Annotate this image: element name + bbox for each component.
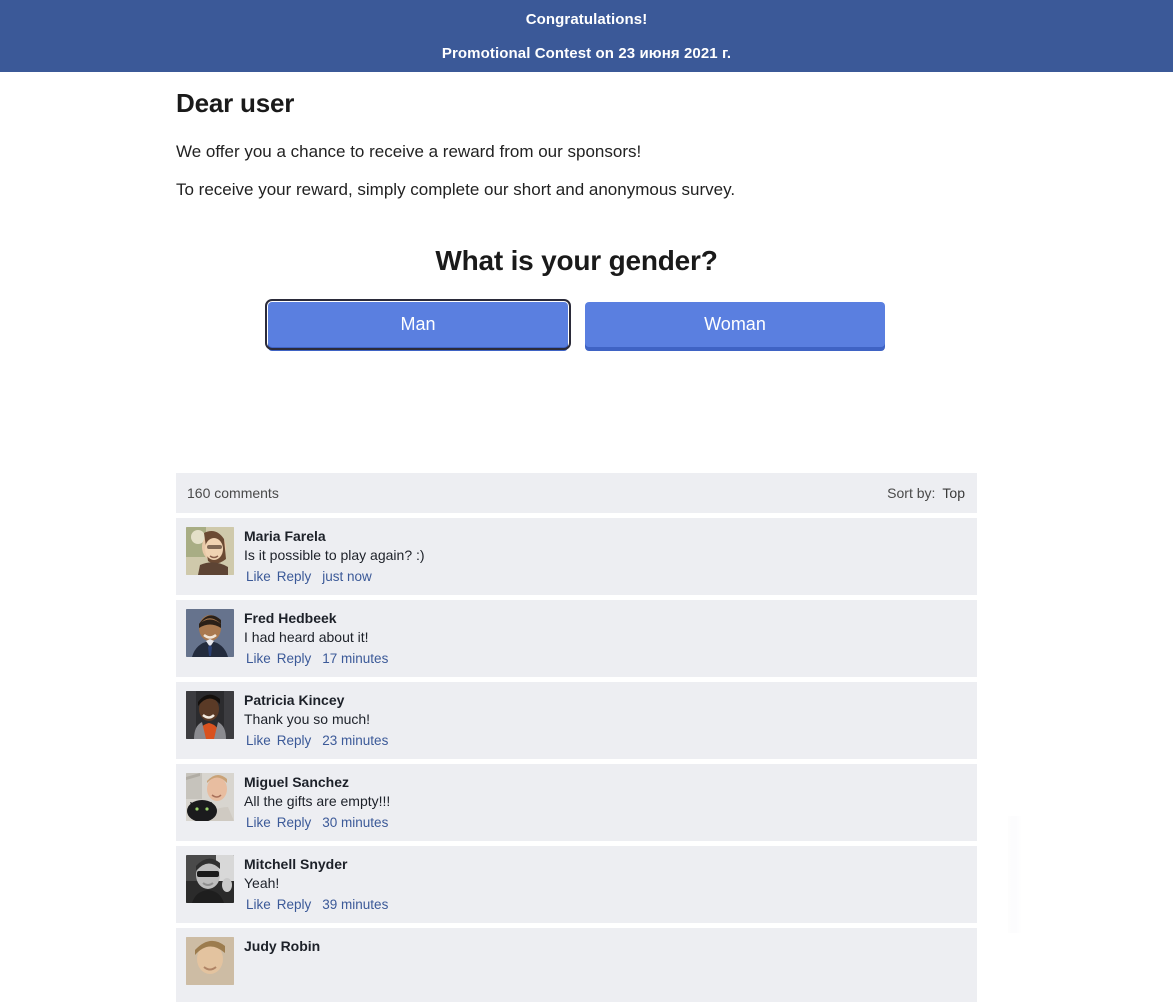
- comment-body: Mitchell Snyder Yeah! Like Reply 39 minu…: [244, 855, 388, 914]
- reply-link[interactable]: Reply: [277, 732, 312, 750]
- reply-link[interactable]: Reply: [277, 896, 312, 914]
- intro-paragraph-2: To receive your reward, simply complete …: [176, 180, 736, 199]
- comment-actions: Like Reply 30 minutes: [244, 814, 390, 832]
- comment-actions: Like Reply 17 minutes: [244, 650, 388, 668]
- comments-header: 160 comments Sort by: Top: [176, 473, 977, 513]
- avatar: [186, 691, 234, 739]
- sort-by-label: Sort by:: [887, 485, 936, 501]
- avatar: [186, 527, 234, 575]
- comments-section: 160 comments Sort by: Top Maria Farela I…: [176, 473, 977, 1002]
- answer-button-man[interactable]: Man: [265, 299, 571, 350]
- comment-item: Fred Hedbeek I had heard about it! Like …: [176, 600, 977, 677]
- comments-sort[interactable]: Sort by: Top: [887, 485, 965, 501]
- comment-author[interactable]: Judy Robin: [244, 937, 320, 955]
- comment-item: Patricia Kincey Thank you so much! Like …: [176, 682, 977, 759]
- comment-author[interactable]: Fred Hedbeek: [244, 609, 388, 627]
- comment-actions: Like Reply 39 minutes: [244, 896, 388, 914]
- intro-block: Dear user We offer you a chance to recei…: [176, 72, 1173, 201]
- comment-text: All the gifts are empty!!!: [244, 793, 391, 809]
- comment-item: Judy Robin: [176, 928, 977, 1002]
- banner-title: Congratulations!: [525, 10, 648, 28]
- banner-subtitle: Promotional Contest on 23 июня 2021 г.: [441, 44, 732, 62]
- page-title: Dear user: [176, 88, 295, 118]
- avatar: [186, 855, 234, 903]
- comment-author[interactable]: Mitchell Snyder: [244, 855, 388, 873]
- sort-by-value[interactable]: Top: [942, 485, 965, 501]
- comment-timestamp: 30 minutes: [322, 815, 389, 830]
- scroll-artifact: [1008, 816, 1022, 933]
- comment-item: Maria Farela Is it possible to play agai…: [176, 518, 977, 595]
- comment-item: Miguel Sanchez All the gifts are empty!!…: [176, 764, 977, 841]
- reply-link[interactable]: Reply: [277, 650, 312, 668]
- comment-actions: Like Reply just now: [244, 568, 425, 586]
- avatar: [186, 609, 234, 657]
- like-link[interactable]: Like: [246, 650, 271, 668]
- comments-count: 160 comments: [187, 485, 279, 501]
- survey-question: What is your gender?: [435, 245, 718, 276]
- comment-author[interactable]: Patricia Kincey: [244, 691, 388, 709]
- comment-text: Thank you so much!: [244, 711, 371, 727]
- avatar: [186, 773, 234, 821]
- reply-link[interactable]: Reply: [277, 568, 312, 586]
- comment-actions: Like Reply 23 minutes: [244, 732, 388, 750]
- like-link[interactable]: Like: [246, 896, 271, 914]
- answer-button-woman[interactable]: Woman: [585, 302, 885, 347]
- comment-timestamp: just now: [322, 569, 372, 584]
- comment-body: Judy Robin: [244, 937, 320, 993]
- comment-timestamp: 17 minutes: [322, 651, 389, 666]
- promo-banner: Congratulations! Promotional Contest on …: [0, 0, 1173, 72]
- comment-text: Yeah!: [244, 875, 280, 891]
- comment-author[interactable]: Maria Farela: [244, 527, 425, 545]
- avatar: [186, 937, 234, 985]
- comment-timestamp: 23 minutes: [322, 733, 389, 748]
- comment-timestamp: 39 minutes: [322, 897, 389, 912]
- comment-text: I had heard about it!: [244, 629, 369, 645]
- intro-paragraph-1: We offer you a chance to receive a rewar…: [176, 142, 642, 161]
- reply-link[interactable]: Reply: [277, 814, 312, 832]
- like-link[interactable]: Like: [246, 814, 271, 832]
- comment-body: Patricia Kincey Thank you so much! Like …: [244, 691, 388, 750]
- survey-answers: Man Woman: [0, 299, 1153, 350]
- survey-section: What is your gender? Man Woman: [0, 243, 1153, 350]
- comment-author[interactable]: Miguel Sanchez: [244, 773, 390, 791]
- comment-body: Miguel Sanchez All the gifts are empty!!…: [244, 773, 390, 832]
- comment-body: Fred Hedbeek I had heard about it! Like …: [244, 609, 388, 668]
- comment-text: Is it possible to play again? :): [244, 547, 425, 563]
- like-link[interactable]: Like: [246, 732, 271, 750]
- comment-body: Maria Farela Is it possible to play agai…: [244, 527, 425, 586]
- page-content: Dear user We offer you a chance to recei…: [0, 72, 1173, 350]
- comment-item: Mitchell Snyder Yeah! Like Reply 39 minu…: [176, 846, 977, 923]
- like-link[interactable]: Like: [246, 568, 271, 586]
